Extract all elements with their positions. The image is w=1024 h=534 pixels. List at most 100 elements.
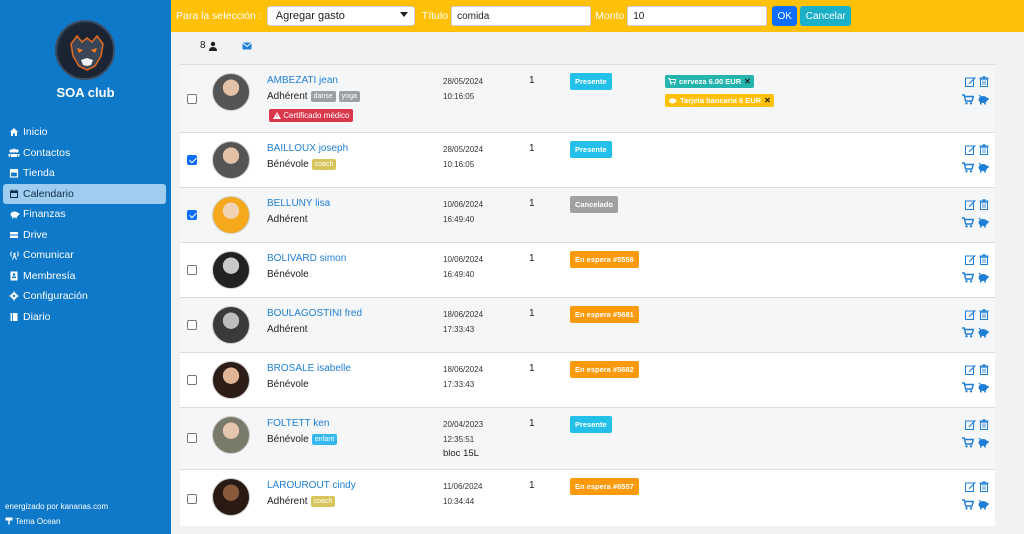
avatar[interactable] [212, 141, 250, 179]
piggy-bank-icon[interactable] [977, 437, 989, 448]
registration-datetime: 28/05/2024 10:16:05 [443, 74, 483, 104]
club-logo[interactable] [55, 20, 115, 80]
trash-icon[interactable] [979, 363, 989, 375]
close-icon[interactable]: ✕ [764, 96, 771, 105]
participant-role: Adhérent [267, 91, 308, 102]
participant-name[interactable]: FOLTETT ken [267, 418, 329, 429]
participant-name[interactable]: AMBEZATI jean [267, 75, 338, 86]
cart-icon[interactable] [962, 498, 974, 510]
piggy-bank-icon[interactable] [977, 272, 989, 283]
theme-link[interactable]: Tema Ocean [5, 517, 60, 526]
gear-icon [8, 291, 20, 301]
row-checkbox[interactable] [187, 494, 197, 504]
cart-icon[interactable] [962, 161, 974, 173]
trash-icon[interactable] [979, 75, 989, 87]
avatar[interactable] [212, 306, 250, 344]
action-select[interactable]: Agregar gasto [266, 6, 415, 26]
edit-icon[interactable] [965, 199, 976, 210]
edit-icon[interactable] [965, 144, 976, 155]
participant-name[interactable]: BAILLOUX joseph [267, 143, 348, 154]
nav-contactos[interactable]: Contactos [3, 143, 166, 164]
avatar[interactable] [212, 361, 250, 399]
cart-icon[interactable] [962, 326, 974, 338]
cart-icon[interactable] [962, 436, 974, 448]
nav-label: Membresía [23, 269, 76, 282]
cart-icon[interactable] [962, 216, 974, 228]
avatar[interactable] [212, 251, 250, 289]
nav-tienda[interactable]: Tienda [3, 163, 166, 184]
row-checkbox[interactable] [187, 265, 197, 275]
nav-membresia[interactable]: Membresía [3, 266, 166, 287]
edit-icon[interactable] [965, 254, 976, 265]
participant-role: Adhérent [267, 324, 308, 335]
nav-configuracion[interactable]: Configuración [3, 286, 166, 307]
piggy-bank-icon[interactable] [977, 217, 989, 228]
trash-icon[interactable] [979, 143, 989, 155]
row-checkbox[interactable] [187, 320, 197, 330]
participant-name[interactable]: BOLIVARD simon [267, 253, 346, 264]
avatar[interactable] [212, 416, 250, 454]
trash-icon[interactable] [979, 308, 989, 320]
registration-time: 10:34:44 [443, 497, 475, 506]
nav-diario[interactable]: Diario [3, 307, 166, 328]
nav-drive[interactable]: Drive [3, 225, 166, 246]
trash-icon[interactable] [979, 418, 989, 430]
row-checkbox[interactable] [187, 210, 197, 220]
envelope-icon[interactable] [242, 42, 252, 50]
avatar[interactable] [212, 478, 250, 516]
powered-by[interactable]: energizado por kananas.com [5, 502, 108, 511]
trash-icon[interactable] [979, 480, 989, 492]
participant-name[interactable]: BOULAGOSTINI fred [267, 308, 362, 319]
piggy-bank-icon[interactable] [977, 382, 989, 393]
action-select-value: Agregar gasto [275, 10, 345, 22]
amount-input[interactable]: 10 [627, 6, 768, 26]
tag-badge: coach [310, 496, 336, 507]
piggy-bank-icon[interactable] [977, 94, 989, 105]
cart-icon[interactable] [962, 93, 974, 105]
participant-name[interactable]: LAROUROUT cindy [267, 480, 356, 491]
edit-icon[interactable] [965, 309, 976, 320]
warning-icon [273, 112, 281, 119]
avatar[interactable] [212, 73, 250, 111]
nav-label: Calendario [23, 187, 74, 200]
row-checkbox[interactable] [187, 433, 197, 443]
edit-icon[interactable] [965, 419, 976, 430]
participants-header: 8 [200, 40, 252, 51]
edit-icon[interactable] [965, 76, 976, 87]
participant-role-line: Bénévole [267, 269, 309, 280]
row-actions [962, 307, 992, 339]
close-icon[interactable]: ✕ [744, 77, 751, 86]
piggy-bank-icon[interactable] [977, 327, 989, 338]
nav-comunicar[interactable]: Comunicar [3, 245, 166, 266]
medical-certificate-badge[interactable]: Certificado médico [269, 109, 354, 122]
nav-inicio[interactable]: Inicio [3, 122, 166, 143]
trash-icon[interactable] [979, 253, 989, 265]
nav-finanzas[interactable]: Finanzas [3, 204, 166, 225]
piggy-bank-icon[interactable] [977, 162, 989, 173]
title-input[interactable]: comida [451, 6, 592, 26]
cart-icon[interactable] [962, 381, 974, 393]
row-checkbox[interactable] [187, 94, 197, 104]
status-badge: En espera #5682 [570, 361, 639, 378]
row-checkbox[interactable] [187, 155, 197, 165]
piggy-bank-icon[interactable] [977, 499, 989, 510]
participant-role: Bénévole [267, 434, 309, 445]
registration-date: 10/06/2024 [443, 255, 484, 264]
edit-icon[interactable] [965, 364, 976, 375]
nav-calendario[interactable]: Calendario [3, 183, 166, 204]
expense-chip[interactable]: cerveza 6.00 EUR ✕ [665, 75, 754, 88]
trash-icon[interactable] [979, 198, 989, 210]
participant-name[interactable]: BROSALE isabelle [267, 363, 351, 374]
edit-icon[interactable] [965, 481, 976, 492]
participant-name[interactable]: BELLUNY lisa [267, 198, 330, 209]
status-badge: Presente [570, 141, 612, 158]
cart-icon[interactable] [962, 271, 974, 283]
ok-button[interactable]: OK [772, 6, 798, 26]
avatar[interactable] [212, 196, 250, 234]
row-checkbox[interactable] [187, 375, 197, 385]
row-actions [962, 362, 992, 394]
payment-chip[interactable]: Tarjeta bancaria 6 EUR ✕ [665, 94, 774, 107]
cancel-button[interactable]: Cancelar [800, 6, 852, 26]
participant-role-line: Adhérent danse yoga [267, 91, 360, 102]
registration-datetime: 20/04/2023 12:35:51 [443, 417, 483, 447]
